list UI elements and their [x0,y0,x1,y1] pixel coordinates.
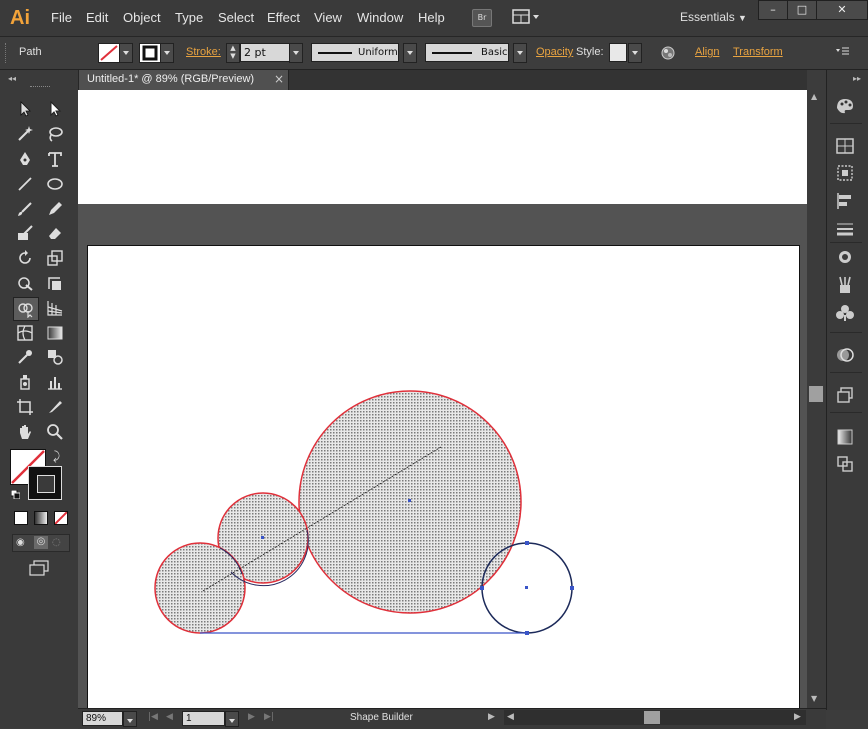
layers-icon [837,387,853,403]
current-tool-status: Shape Builder [350,712,413,723]
horizontal-scroll-thumb[interactable] [644,711,660,724]
scroll-right-icon[interactable]: ▶ [794,712,801,722]
appearance-panel-button[interactable] [834,247,856,267]
gradient-panel-button[interactable] [834,427,856,447]
zoom-dropdown[interactable] [123,711,137,727]
status-bar: 89% |◀ ◀ 1 ▶ ▶| Shape Builder ▶ ◀ ▶ [78,708,826,729]
artboards-panel-button[interactable] [834,454,856,474]
gradient-panel-icon [837,429,853,445]
stroke-panel-icon [837,223,853,236]
artboards-icon [837,456,853,472]
symbols-icon [837,165,853,181]
horizontal-scrollbar[interactable]: ◀ ▶ [504,710,806,725]
last-artboard-icon[interactable]: ▶| [264,712,274,722]
artboard-dropdown[interactable] [225,711,239,727]
align-panel-icon [837,193,851,209]
transparency-panel-button[interactable] [834,345,856,365]
scroll-up-icon[interactable]: ▲ [811,92,817,101]
scroll-down-icon[interactable]: ▼ [811,694,817,703]
layers-panel-button[interactable] [834,385,856,405]
color-panel-button[interactable] [834,96,856,116]
color-icon [837,99,853,114]
expand-dock-icon[interactable]: ▸▸ [853,74,861,83]
brushes-panel-button[interactable] [834,275,856,295]
swatches-panel-button[interactable] [834,136,856,156]
first-artboard-icon[interactable]: |◀ [148,712,158,722]
swatches-icon [836,138,854,154]
transparency-icon [837,348,854,362]
stroke-panel-button[interactable] [834,219,856,239]
next-artboard-icon[interactable]: ▶ [248,712,255,722]
align-panel-button[interactable] [834,191,856,211]
status-menu-icon[interactable]: ▶ [488,712,495,722]
artboard-number-input[interactable]: 1 [182,711,225,726]
symbols-club-icon [836,305,854,321]
artwork-layer[interactable] [0,0,868,728]
symbols-library-button[interactable] [834,303,856,323]
vertical-scroll-thumb[interactable] [809,386,823,402]
appearance-icon [839,251,851,263]
previous-artboard-icon[interactable]: ◀ [166,712,173,722]
symbols-panel-button[interactable] [834,163,856,183]
zoom-input[interactable]: 89% [82,711,123,726]
brushes-icon [839,276,851,293]
scroll-left-icon[interactable]: ◀ [507,712,514,722]
